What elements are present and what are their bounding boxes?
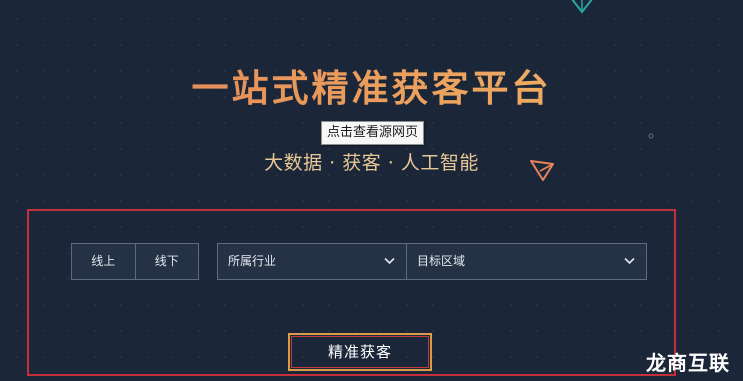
channel-offline-button[interactable]: 线下 — [134, 244, 199, 279]
watermark-text: 龙商互联 — [646, 351, 730, 375]
region-select-label: 目标区域 — [417, 254, 466, 268]
decorative-dot — [648, 133, 654, 139]
industry-select[interactable]: 所属行业 — [217, 243, 407, 280]
hero-title: 一站式精准获客平台 — [0, 63, 743, 115]
chevron-down-icon — [384, 257, 395, 265]
chevron-down-icon — [624, 257, 635, 265]
channel-toggle-group: 线上 线下 — [71, 243, 199, 280]
hero-subtitle: 大数据 · 获客 · 人工智能 — [264, 152, 479, 174]
channel-online-button[interactable]: 线上 — [72, 244, 135, 279]
region-select[interactable]: 目标区域 — [406, 243, 647, 280]
industry-select-label: 所属行业 — [228, 254, 277, 268]
view-source-tooltip[interactable]: 点击查看源网页 — [321, 121, 425, 145]
precise-acquisition-button[interactable]: 精准获客 — [288, 333, 432, 371]
triangle-outline-icon — [571, 0, 593, 14]
